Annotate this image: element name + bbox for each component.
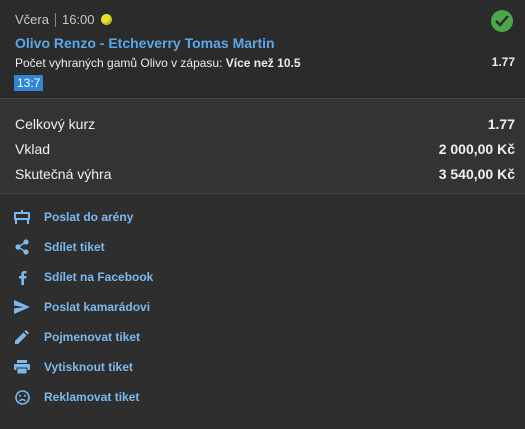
rename-ticket-label: Pojmenovat tiket <box>44 330 141 344</box>
bet-pick-prefix: Počet vyhraných gamů Olivo v zápasu: <box>15 56 226 70</box>
facebook-icon <box>14 269 30 285</box>
ticket-day: Včera <box>15 12 49 27</box>
share-facebook-label: Sdílet na Facebook <box>44 270 154 284</box>
ticket-meta: Včera 16:00 <box>15 12 112 27</box>
total-odds-label: Celkový kurz <box>15 116 96 132</box>
pencil-icon <box>14 329 30 345</box>
print-ticket-label: Vytisknout tiket <box>44 360 133 374</box>
arena-icon <box>14 209 30 225</box>
win-row: Skutečná výhra 3 540,00 Kč <box>15 166 515 182</box>
bet-odds: 1.77 <box>491 55 515 69</box>
stake-label: Vklad <box>15 141 51 157</box>
send-to-friend-button[interactable]: Poslat kamarádovi <box>0 292 525 322</box>
match-title[interactable]: Olivo Renzo - Etcheverry Tomas Martin <box>15 35 275 51</box>
stake-row: Vklad 2 000,00 Kč <box>15 141 515 157</box>
rename-ticket-button[interactable]: Pojmenovat tiket <box>0 322 525 352</box>
ticket-actions: Poslat do arény Sdílet tiket Sdílet na F… <box>0 194 525 412</box>
send-to-friend-label: Poslat kamarádovi <box>44 300 151 314</box>
send-to-arena-label: Poslat do arény <box>44 210 134 224</box>
bet-pick: Počet vyhraných gamů Olivo v zápasu: Víc… <box>15 56 301 70</box>
total-odds-value: 1.77 <box>487 116 515 132</box>
complain-ticket-button[interactable]: Reklamovat tiket <box>0 382 525 412</box>
tennis-ball-icon <box>100 14 112 25</box>
bet-pick-value: Více než 10.5 <box>225 56 301 70</box>
stake-value: 2 000,00 Kč <box>438 141 515 157</box>
send-icon <box>14 299 30 315</box>
ticket-time: 16:00 <box>61 12 95 27</box>
total-odds-row: Celkový kurz 1.77 <box>15 116 515 132</box>
ticket-header: Včera 16:00 Olivo Renzo - Etcheverry Tom… <box>0 0 525 99</box>
printer-icon <box>14 359 30 375</box>
win-value: 3 540,00 Kč <box>438 166 515 182</box>
print-ticket-button[interactable]: Vytisknout tiket <box>0 352 525 382</box>
share-ticket-label: Sdílet tiket <box>44 240 105 254</box>
win-label: Skutečná výhra <box>15 166 112 182</box>
share-icon <box>14 239 30 255</box>
share-ticket-button[interactable]: Sdílet tiket <box>0 232 525 262</box>
send-to-arena-button[interactable]: Poslat do arény <box>0 202 525 232</box>
share-facebook-button[interactable]: Sdílet na Facebook <box>0 262 525 292</box>
complain-ticket-label: Reklamovat tiket <box>44 390 140 404</box>
check-icon <box>491 10 513 32</box>
divider <box>54 12 56 27</box>
ticket-summary: Celkový kurz 1.77 Vklad 2 000,00 Kč Skut… <box>0 99 525 194</box>
score-badge: 13:7 <box>14 75 44 91</box>
sad-face-icon <box>14 389 30 405</box>
